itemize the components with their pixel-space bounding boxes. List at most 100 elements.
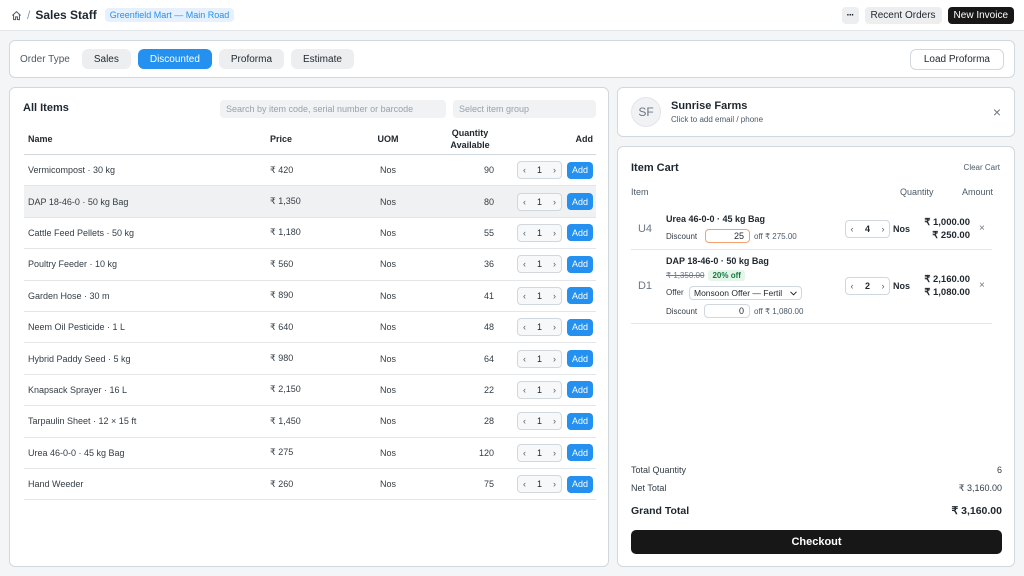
item-uom: Nos — [379, 165, 396, 176]
quantity-stepper[interactable]: ‹ 1 › — [516, 412, 562, 431]
decrease-icon[interactable]: ‹ — [846, 224, 858, 234]
item-cart: Item Cart Clear Cart Item Quantity Amoun… — [617, 146, 1015, 567]
order-type-estimate[interactable]: Estimate — [291, 49, 354, 69]
increase-icon[interactable]: › — [548, 385, 561, 395]
quantity-stepper[interactable]: ‹ 1 › — [516, 443, 562, 462]
cart-divider — [631, 249, 992, 250]
add-item-button[interactable]: Add — [566, 475, 593, 493]
table-row[interactable]: Cattle Feed Pellets · 50 kg ₹ 1,180 Nos 55 ‹… — [24, 218, 596, 250]
quantity-stepper[interactable]: ‹ 1 › — [516, 286, 562, 305]
decrease-icon[interactable]: ‹ — [518, 259, 531, 269]
cart-item-price-line: ₹ 1,350.00 20% off — [666, 270, 745, 281]
increase-icon[interactable]: › — [877, 224, 889, 234]
add-item-button[interactable]: Add — [566, 318, 593, 336]
increase-icon[interactable]: › — [548, 259, 561, 269]
cart-item[interactable]: D1 DAP 18-46-0 · 50 kg Bag ₹ 1,350.00 20… — [631, 253, 992, 323]
decrease-icon[interactable]: ‹ — [518, 197, 531, 207]
add-item-button[interactable]: Add — [566, 255, 593, 273]
item-uom: Nos — [379, 227, 396, 238]
cart-item-amount: ₹ 2,160.00 ₹ 1,080.00 — [909, 273, 970, 299]
increase-icon[interactable]: › — [548, 165, 561, 175]
table-row[interactable]: Neem Oil Pesticide · 1 L ₹ 640 Nos 48 ‹ 1 › Add — [24, 312, 596, 344]
table-row[interactable]: Hybrid Paddy Seed · 5 kg ₹ 980 Nos 64 ‹ 1 › Add — [24, 343, 596, 375]
quantity-stepper[interactable]: ‹ 1 › — [516, 223, 562, 242]
discount-input[interactable] — [704, 304, 750, 318]
add-item-button[interactable]: Add — [566, 381, 593, 399]
checkout-button[interactable]: Checkout — [631, 530, 1002, 554]
customer-contact-hint[interactable]: Click to add email / phone — [671, 115, 763, 124]
increase-icon[interactable]: › — [548, 197, 561, 207]
order-type-sales[interactable]: Sales — [81, 49, 131, 69]
table-row[interactable]: Tarpaulin Sheet · 12 × 15 ft ₹ 1,450 Nos 28… — [24, 406, 596, 438]
table-row[interactable]: Knapsack Sprayer · 16 L ₹ 2,150 Nos 22 ‹ 1 › Ad… — [24, 375, 596, 407]
decrease-icon[interactable]: ‹ — [518, 291, 531, 301]
increase-icon[interactable]: › — [548, 448, 561, 458]
quantity-stepper[interactable]: ‹ 1 › — [516, 255, 562, 274]
item-qty-available: 48 — [483, 322, 494, 333]
discount-input[interactable] — [705, 229, 750, 243]
quantity-stepper[interactable]: ‹ 1 › — [516, 318, 562, 337]
decrease-icon[interactable]: ‹ — [518, 385, 531, 395]
increase-icon[interactable]: › — [548, 228, 561, 238]
decrease-icon[interactable]: ‹ — [518, 448, 531, 458]
item-search-input[interactable] — [220, 100, 446, 118]
table-row[interactable]: DAP 18-46-0 · 50 kg Bag ₹ 1,350 Nos 80 ‹ 1 › Ad… — [24, 186, 596, 218]
quantity-stepper[interactable]: ‹ 1 › — [516, 349, 562, 368]
cart-item-name: Urea 46-0-0 · 45 kg Bag — [666, 214, 766, 224]
increase-icon[interactable]: › — [877, 281, 889, 291]
new-invoice-button[interactable]: New Invoice — [947, 6, 1014, 24]
decrease-icon[interactable]: ‹ — [518, 228, 531, 238]
increase-icon[interactable]: › — [548, 322, 561, 332]
quantity-stepper[interactable]: ‹ 1 › — [516, 192, 562, 211]
item-add-cell: ‹ 1 › Add — [494, 475, 596, 494]
increase-icon[interactable]: › — [548, 479, 561, 489]
quantity-stepper[interactable]: ‹ 1 › — [516, 475, 562, 494]
quantity-value: 4 — [864, 224, 870, 234]
add-item-button[interactable]: Add — [566, 412, 593, 430]
add-item-button[interactable]: Add — [566, 444, 593, 462]
cart-item[interactable]: U4 Urea 46-0-0 · 45 kg Bag Discount off … — [631, 211, 992, 251]
remove-item-icon[interactable]: × — [979, 280, 985, 291]
quantity-stepper[interactable]: ‹ 1 › — [516, 380, 562, 399]
item-name: Knapsack Sprayer · 16 L — [28, 384, 128, 395]
add-item-button[interactable]: Add — [566, 161, 593, 179]
clear-cart-button[interactable]: Clear Cart — [964, 163, 1000, 172]
load-proforma-button[interactable]: Load Proforma — [909, 48, 1004, 70]
recent-orders-button[interactable]: Recent Orders — [864, 6, 942, 24]
order-type-proforma[interactable]: Proforma — [218, 49, 285, 69]
quantity-stepper[interactable]: ‹ 2 › — [845, 277, 890, 295]
decrease-icon[interactable]: ‹ — [518, 322, 531, 332]
more-menu-button[interactable]: ··· — [841, 6, 859, 24]
table-row[interactable]: Garden Hose · 30 m ₹ 890 Nos 41 ‹ 1 › Add — [24, 281, 596, 312]
item-group-input[interactable] — [453, 100, 596, 118]
order-type-discounted[interactable]: Discounted — [137, 49, 212, 69]
increase-icon[interactable]: › — [548, 354, 561, 364]
decrease-icon[interactable]: ‹ — [518, 479, 531, 489]
increase-icon[interactable]: › — [548, 291, 561, 301]
table-row[interactable]: Vermicompost · 30 kg ₹ 420 Nos 90 ‹ 1 › Add — [24, 155, 596, 187]
decrease-icon[interactable]: ‹ — [518, 354, 531, 364]
item-name: Tarpaulin Sheet · 12 × 15 ft — [28, 416, 137, 427]
add-item-button[interactable]: Add — [566, 287, 593, 305]
customer-card[interactable]: SF Sunrise Farms Click to add email / ph… — [617, 87, 1015, 137]
close-icon[interactable]: × — [993, 104, 1001, 120]
table-row[interactable]: Hand Weeder ₹ 260 Nos 75 ‹ 1 › Add — [24, 469, 596, 501]
item-name: Garden Hose · 30 m — [28, 290, 110, 301]
table-row[interactable]: Urea 46-0-0 · 45 kg Bag ₹ 275 Nos 120 ‹ 1 › Add — [24, 438, 596, 469]
quantity-stepper[interactable]: ‹ 4 › — [845, 220, 890, 238]
decrease-icon[interactable]: ‹ — [518, 416, 531, 426]
table-row[interactable]: Poultry Feeder · 10 kg ₹ 560 Nos 36 ‹ 1 › Add — [24, 249, 596, 281]
add-item-button[interactable]: Add — [566, 350, 593, 368]
increase-icon[interactable]: › — [548, 416, 561, 426]
remove-item-icon[interactable]: × — [979, 223, 985, 234]
add-item-button[interactable]: Add — [566, 193, 593, 211]
offer-select[interactable]: Monsoon Offer — Fertil — [689, 286, 802, 300]
item-uom: Nos — [379, 416, 396, 427]
quantity-value: 1 — [536, 196, 542, 207]
add-item-button[interactable]: Add — [566, 224, 593, 242]
home-icon[interactable] — [10, 9, 22, 21]
decrease-icon[interactable]: ‹ — [518, 165, 531, 175]
quantity-stepper[interactable]: ‹ 1 › — [516, 161, 562, 180]
quantity-value: 1 — [536, 479, 542, 490]
decrease-icon[interactable]: ‹ — [846, 281, 858, 291]
